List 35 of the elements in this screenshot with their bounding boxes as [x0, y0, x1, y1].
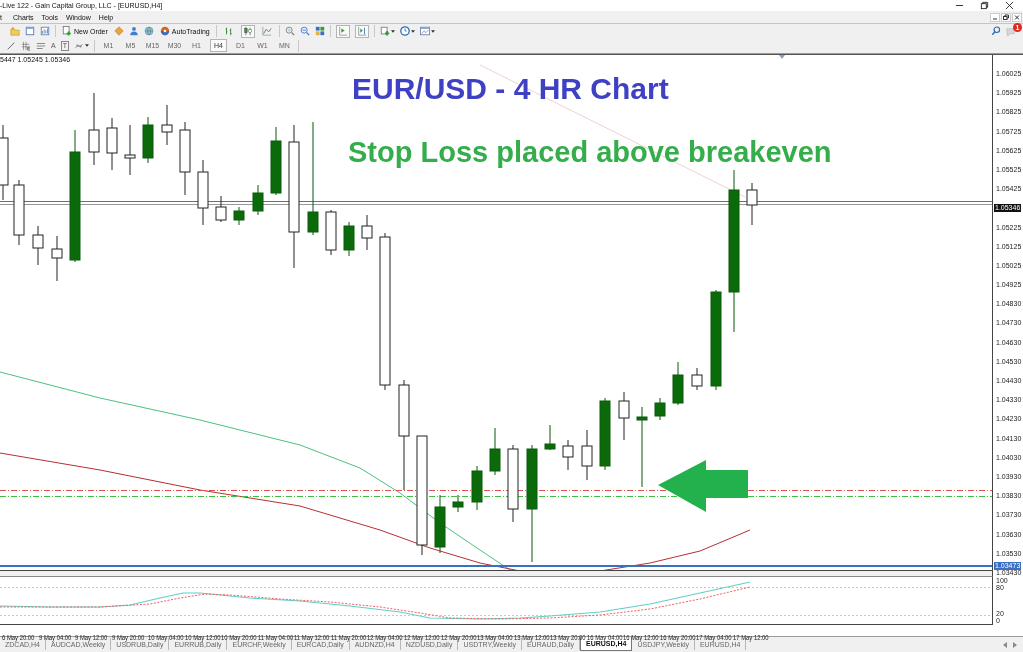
close-icon[interactable]	[1005, 1, 1014, 10]
circle-icon	[159, 26, 170, 36]
person-icon[interactable]	[128, 26, 139, 36]
grid-lines-icon[interactable]	[21, 40, 31, 51]
folder-star-icon[interactable]	[10, 26, 20, 36]
caret-icon[interactable]	[84, 44, 89, 47]
chart-view-button[interactable]	[354, 24, 369, 38]
horizontal-lines-icon[interactable]	[36, 40, 46, 51]
candlestick-icon	[242, 26, 253, 36]
chart-view-button[interactable]	[335, 24, 350, 38]
restore-icon[interactable]	[1001, 12, 1011, 22]
tiles-icon[interactable]	[314, 26, 325, 36]
bar-chart-icon	[223, 26, 234, 36]
diamond-icon[interactable]	[113, 26, 124, 36]
chart-window-icon[interactable]	[40, 26, 50, 36]
chart-shift-icon	[356, 26, 367, 36]
chat-bubble-icon[interactable]	[1006, 27, 1016, 37]
chart-type-button[interactable]	[259, 24, 274, 38]
chart-arrow-icon	[337, 26, 348, 36]
globe-icon[interactable]	[143, 26, 154, 36]
chart-type-button[interactable]	[240, 24, 255, 38]
scroll-right-icon[interactable]	[1013, 641, 1017, 648]
caret-icon[interactable]	[410, 29, 415, 33]
restore-icon[interactable]	[980, 1, 989, 10]
page-plus-icon	[62, 26, 72, 36]
zoom-in-icon[interactable]	[284, 26, 295, 36]
clock-icon[interactable]	[399, 26, 410, 36]
caret-icon[interactable]	[430, 29, 435, 33]
caret-icon[interactable]	[390, 29, 395, 33]
zoom-out-icon[interactable]	[299, 26, 310, 36]
window-icon[interactable]	[25, 26, 35, 36]
line-icon[interactable]	[6, 40, 16, 51]
line-chart-icon	[261, 26, 272, 36]
search-icon[interactable]	[991, 26, 1001, 36]
scroll-left-icon[interactable]	[1003, 641, 1007, 648]
